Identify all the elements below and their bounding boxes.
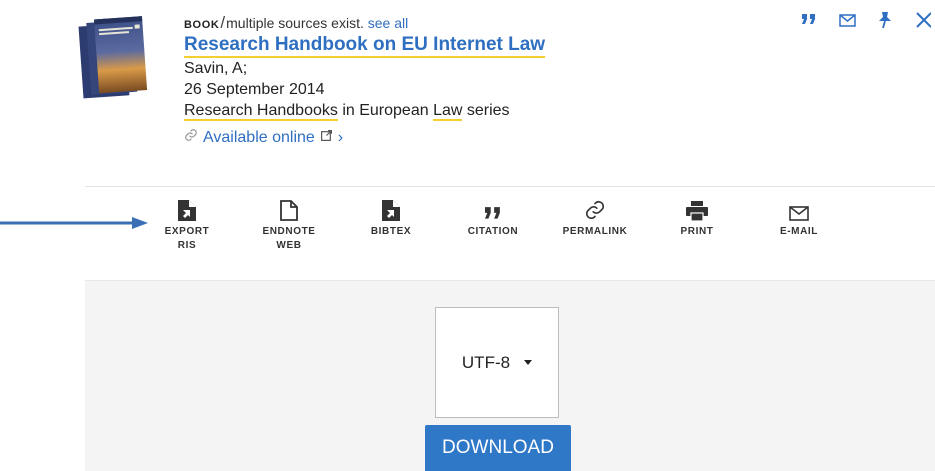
availability-label: Available online xyxy=(203,128,315,146)
record-series: Research Handbooks in European Law serie… xyxy=(184,100,545,121)
series-text: in European xyxy=(337,102,434,119)
external-link-icon xyxy=(320,129,333,147)
envelope-icon xyxy=(789,195,809,221)
printer-icon xyxy=(686,195,708,221)
endnote-web-button[interactable]: ENDNOTE WEB xyxy=(238,195,340,253)
envelope-icon[interactable] xyxy=(835,8,859,32)
bibtex-button[interactable]: BIBTEX xyxy=(340,195,442,253)
series-highlight: Law xyxy=(433,102,463,121)
encoding-value: UTF-8 xyxy=(461,352,511,372)
type-separator: / xyxy=(220,13,226,32)
series-highlight: Research Handbooks xyxy=(184,102,338,121)
record-author: Savin, A; xyxy=(184,60,248,77)
citation-button[interactable]: CITATION xyxy=(442,195,544,253)
record-actions xyxy=(797,8,935,32)
tool-label: PRINT xyxy=(680,226,714,237)
document-icon xyxy=(280,195,298,221)
send-to-toolbar: EXPORT RIS ENDNOTE WEB BIBTEX CITATION P… xyxy=(136,195,850,253)
print-button[interactable]: PRINT xyxy=(646,195,748,253)
tool-label: CITATION xyxy=(467,226,519,237)
link-icon xyxy=(584,195,606,221)
email-button[interactable]: E-MAIL xyxy=(748,195,850,253)
download-button[interactable]: DOWNLOAD xyxy=(425,425,571,471)
permalink-button[interactable]: PERMALINK xyxy=(544,195,646,253)
pin-icon[interactable] xyxy=(873,8,897,32)
tool-label: ENDNOTE WEB xyxy=(262,226,316,251)
export-ris-button[interactable]: EXPORT RIS xyxy=(136,195,238,253)
export-file-icon xyxy=(178,195,196,221)
export-file-icon xyxy=(382,195,400,221)
tool-label: EXPORT RIS xyxy=(164,226,210,251)
link-icon xyxy=(184,128,198,147)
book-cover-thumbnail[interactable] xyxy=(77,16,169,102)
sources-text: multiple sources exist. xyxy=(226,15,364,31)
section-divider xyxy=(85,186,935,187)
quote-icon[interactable] xyxy=(797,8,821,32)
tool-label: PERMALINK xyxy=(562,226,628,237)
availability-link[interactable]: Available online › xyxy=(184,128,545,147)
series-text: series xyxy=(462,102,510,119)
record-title-link[interactable]: Research Handbook on EU Internet Law xyxy=(184,34,546,58)
record-type-line: BOOK/multiple sources exist. see all xyxy=(184,14,545,34)
close-icon[interactable] xyxy=(911,8,935,32)
annotation-arrow xyxy=(0,217,148,229)
tool-label: E-MAIL xyxy=(779,226,819,237)
caret-down-icon xyxy=(524,360,533,365)
record-type-label: BOOK xyxy=(184,19,220,31)
search-result-record: BOOK/multiple sources exist. see all Res… xyxy=(184,14,546,147)
record-date: 26 September 2014 xyxy=(184,81,325,98)
tool-label: BIBTEX xyxy=(370,226,412,237)
encoding-select[interactable]: UTF-8 xyxy=(435,307,559,418)
see-all-link[interactable]: see all xyxy=(368,15,408,31)
quote-icon xyxy=(485,195,501,221)
chevron-right-icon: › xyxy=(337,128,344,146)
